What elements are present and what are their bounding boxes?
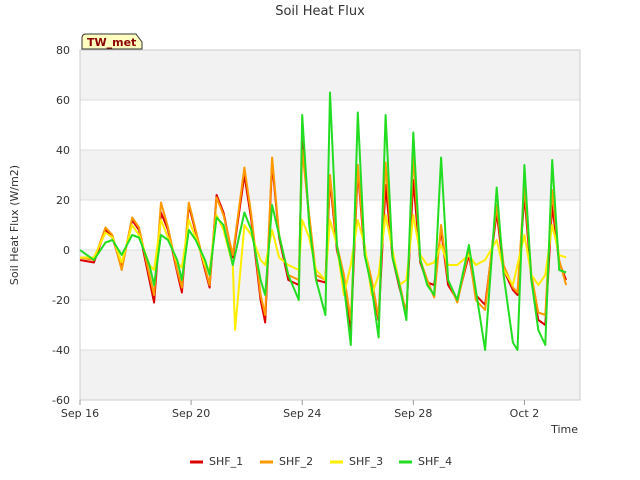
x-tick-label: Sep 16 <box>61 407 99 420</box>
y-axis-label: Soil Heat Flux (W/m2) <box>8 165 21 285</box>
station-badge: TW_met <box>81 33 143 50</box>
legend-label-shf-4: SHF_4 <box>418 455 452 468</box>
y-tick-label: -20 <box>52 294 70 307</box>
x-tick-label: Oct 2 <box>510 407 540 420</box>
background-band <box>80 300 580 350</box>
legend-label-shf-2: SHF_2 <box>279 455 313 468</box>
legend-label-shf-1: SHF_1 <box>209 455 243 468</box>
x-axis-label: Time <box>550 423 578 436</box>
x-tick-label: Sep 20 <box>172 407 210 420</box>
station-badge-label: TW_met <box>87 36 136 49</box>
y-tick-label: 40 <box>56 144 70 157</box>
y-tick-label: 60 <box>56 94 70 107</box>
x-axis-ticks: Sep 16 Sep 20 Sep 24 Sep 28 Oct 2 <box>61 400 539 420</box>
y-tick-label: 80 <box>56 44 70 57</box>
y-tick-label: -40 <box>52 344 70 357</box>
legend-label-shf-3: SHF_3 <box>349 455 383 468</box>
y-axis-ticks: -60 -40 -20 0 20 40 60 80 <box>52 44 70 407</box>
y-tick-label: -60 <box>52 394 70 407</box>
background-band <box>80 350 580 400</box>
soil-heat-flux-chart: Soil Heat Flux -60 -40 -20 0 20 40 60 80 Sep 16… <box>8 4 581 468</box>
x-tick-label: Sep 24 <box>283 407 321 420</box>
legend: SHF_1 SHF_2 SHF_3 SHF_4 <box>190 455 452 468</box>
y-tick-label: 0 <box>63 244 70 257</box>
y-tick-label: 20 <box>56 194 70 207</box>
chart-title: Soil Heat Flux <box>275 4 365 19</box>
x-tick-label: Sep 28 <box>394 407 432 420</box>
